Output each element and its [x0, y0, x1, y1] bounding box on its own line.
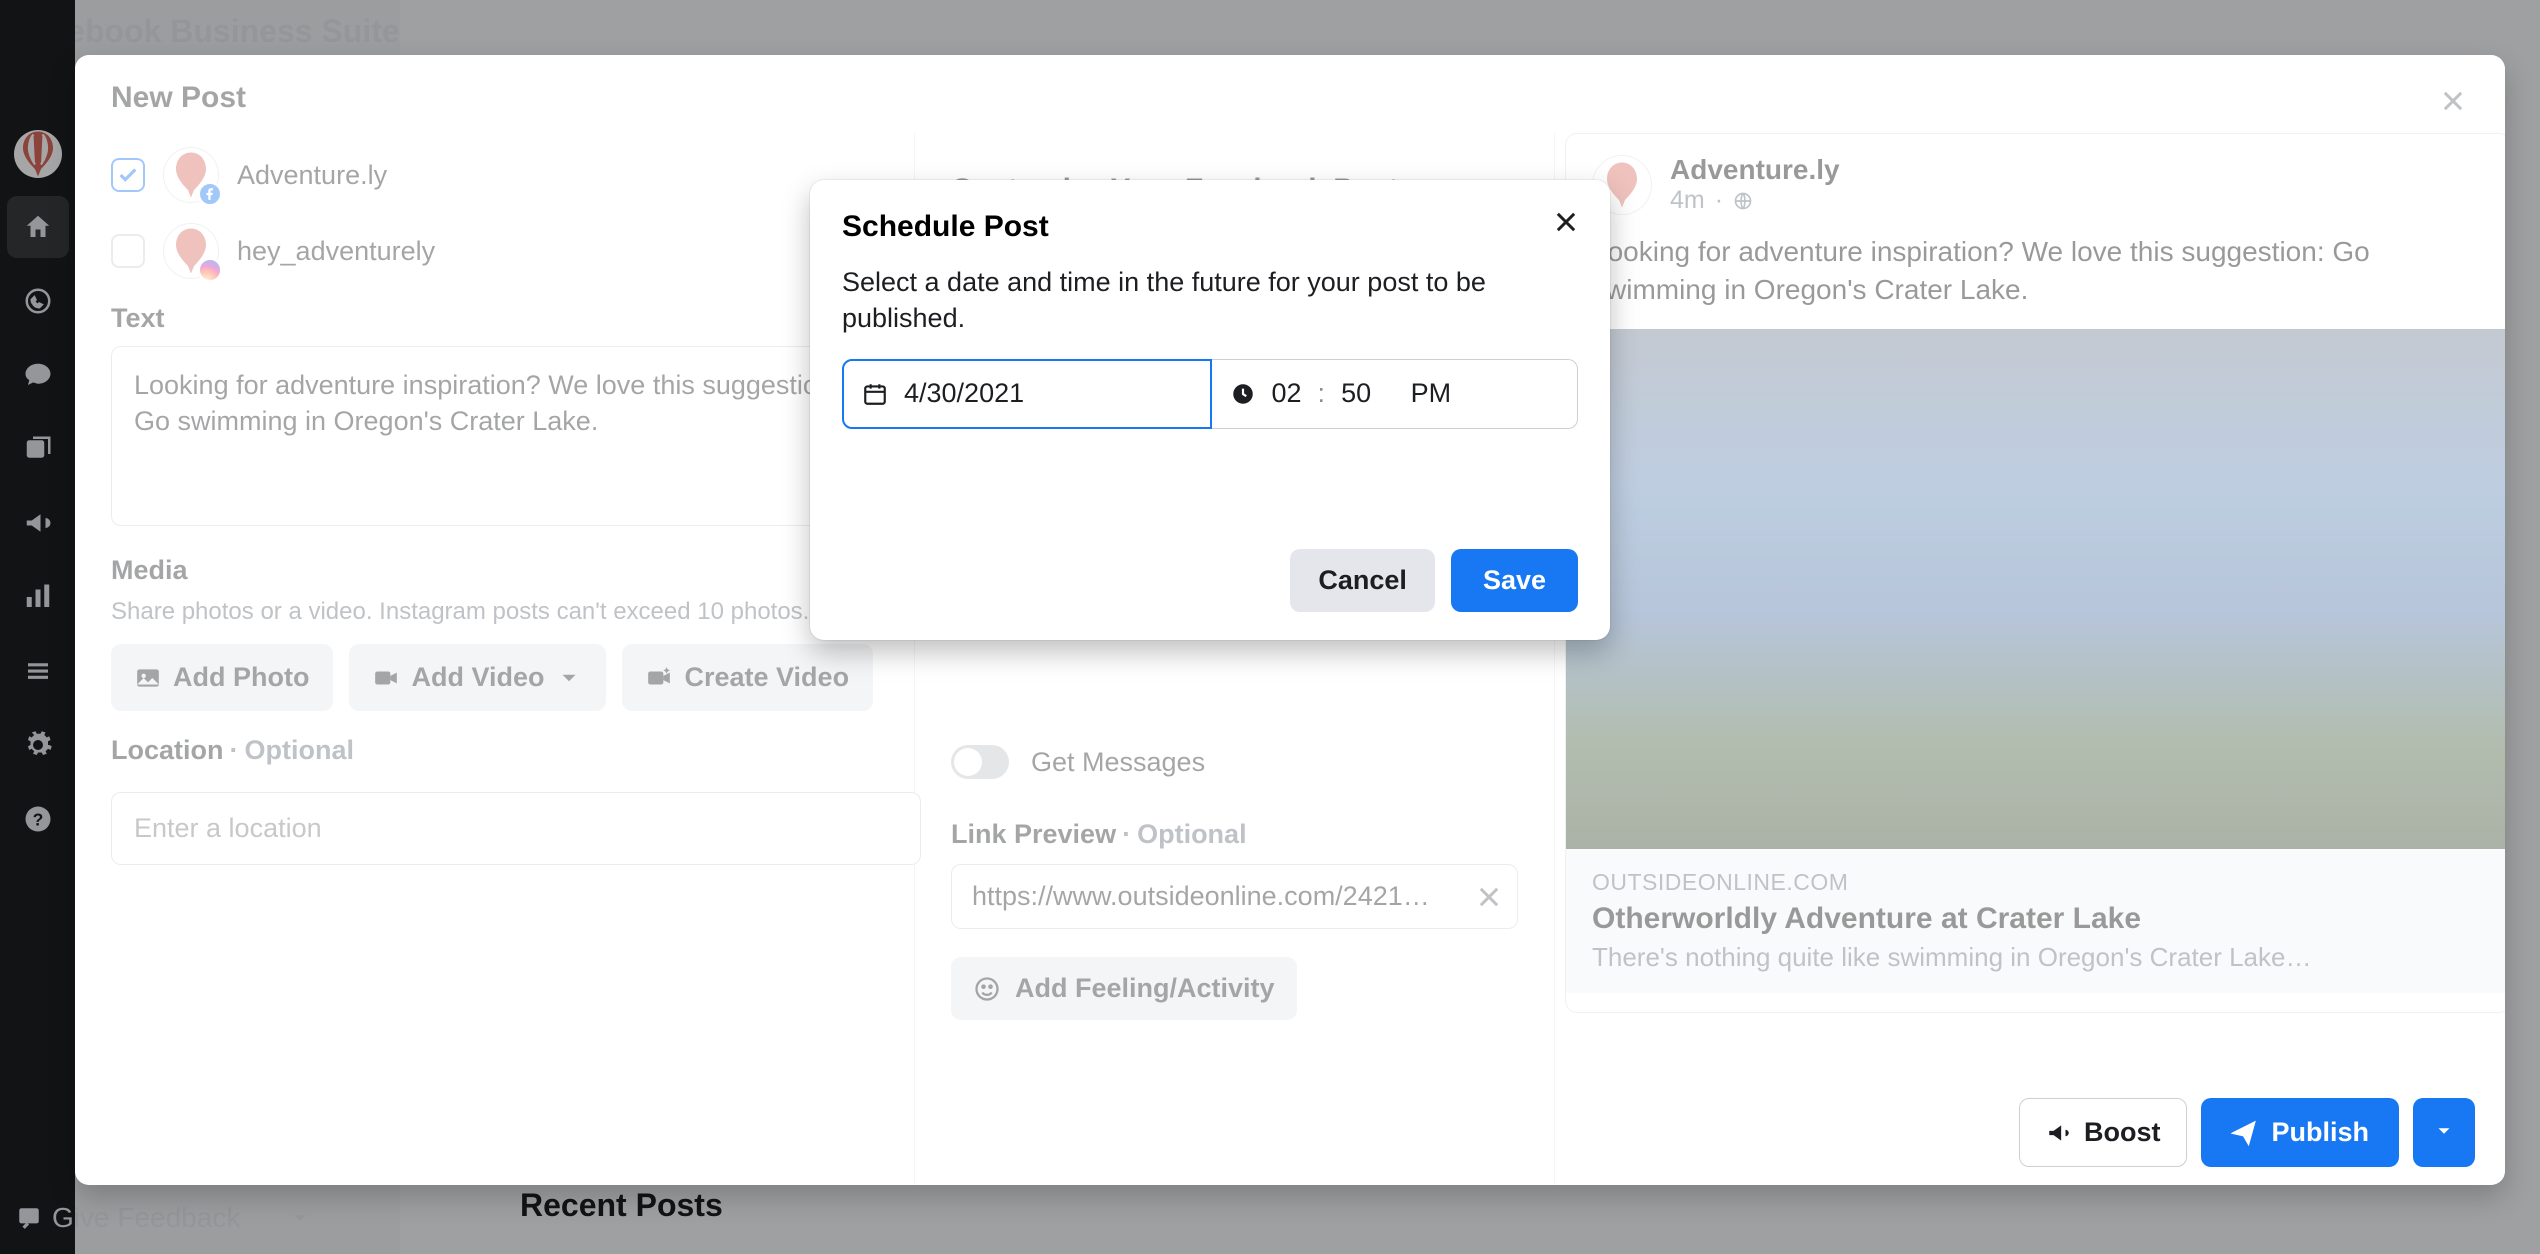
preview-image — [1566, 329, 2505, 849]
add-video-button[interactable]: Add Video — [349, 644, 606, 711]
create-video-button[interactable]: Create Video — [622, 644, 873, 711]
media-label: Media — [111, 555, 878, 586]
publish-button[interactable]: Publish — [2201, 1098, 2399, 1167]
preview-link-desc: There's nothing quite like swimming in O… — [1592, 942, 2484, 973]
caret-down-icon — [2433, 1120, 2455, 1142]
get-messages-label: Get Messages — [1031, 747, 1205, 778]
photo-icon — [135, 665, 161, 691]
preview-link-title: Otherworldly Adventure at Crater Lake — [1592, 902, 2484, 936]
page-select-hey-adventurely[interactable]: hey_adventurely — [111, 223, 878, 279]
schedule-cancel-button[interactable]: Cancel — [1290, 549, 1435, 612]
schedule-title: Schedule Post — [842, 210, 1578, 244]
checkbox-checked-icon[interactable] — [111, 158, 145, 192]
page-avatar — [163, 223, 219, 279]
chevron-down-icon — [556, 665, 582, 691]
megaphone-icon — [2046, 1120, 2072, 1146]
compose-column: Adventure.ly hey_adventurely Text Media … — [75, 133, 915, 1185]
location-label: Location·Optional — [111, 735, 878, 766]
page-avatar — [163, 147, 219, 203]
media-subtext: Share photos or a video. Instagram posts… — [111, 598, 878, 626]
sparkle-video-icon — [646, 665, 672, 691]
publish-dropdown-button[interactable] — [2413, 1098, 2475, 1167]
schedule-description: Select a date and time in the future for… — [842, 264, 1578, 337]
text-label: Text — [111, 303, 878, 334]
preview-link-card: OUTSIDEONLINE.COM Otherworldly Adventure… — [1566, 849, 2505, 993]
send-icon — [2231, 1120, 2257, 1146]
instagram-badge-icon — [198, 258, 222, 282]
link-preview-field[interactable]: https://www.outsideonline.com/2421… — [951, 864, 1518, 929]
get-messages-toggle-row[interactable]: Get Messages — [951, 745, 1518, 779]
calendar-icon — [862, 381, 888, 407]
page-name-label: hey_adventurely — [237, 236, 435, 267]
modal-footer: Boost Publish — [75, 1080, 2505, 1185]
clear-link-icon[interactable] — [1475, 883, 1503, 911]
location-input[interactable] — [111, 792, 921, 865]
preview-text: Looking for adventure inspiration? We lo… — [1566, 215, 2505, 329]
preview-column: Adventure.ly 4m· Looking for adventure i… — [1555, 133, 2505, 1185]
schedule-time-input[interactable]: 02:50 PM — [1212, 359, 1579, 429]
page-name-label: Adventure.ly — [237, 160, 387, 191]
post-text-input[interactable] — [111, 346, 878, 526]
schedule-date-input[interactable]: 4/30/2021 — [842, 359, 1212, 429]
page-select-adventurely[interactable]: Adventure.ly — [111, 147, 878, 203]
close-modal-button[interactable] — [2429, 77, 2477, 125]
schedule-save-button[interactable]: Save — [1451, 549, 1578, 612]
preview-meta: 4m· — [1670, 186, 1840, 215]
link-preview-label: Link Preview·Optional — [951, 819, 1518, 850]
facebook-badge-icon — [198, 182, 222, 206]
modal-title: New Post — [75, 55, 2505, 133]
preview-page-name: Adventure.ly — [1670, 154, 1840, 186]
schedule-close-button[interactable] — [1546, 202, 1586, 242]
post-preview-card: Adventure.ly 4m· Looking for adventure i… — [1565, 133, 2505, 1013]
preview-link-domain: OUTSIDEONLINE.COM — [1592, 869, 2484, 896]
toggle-off[interactable] — [951, 745, 1009, 779]
schedule-post-dialog: Schedule Post Select a date and time in … — [810, 180, 1610, 640]
video-icon — [373, 665, 399, 691]
boost-button[interactable]: Boost — [2019, 1098, 2188, 1167]
clock-icon — [1230, 381, 1256, 407]
checkbox-unchecked[interactable] — [111, 234, 145, 268]
globe-icon — [1733, 191, 1753, 211]
add-photo-button[interactable]: Add Photo — [111, 644, 333, 711]
smiley-icon — [973, 975, 1001, 1003]
add-feeling-button[interactable]: Add Feeling/Activity — [951, 957, 1297, 1020]
